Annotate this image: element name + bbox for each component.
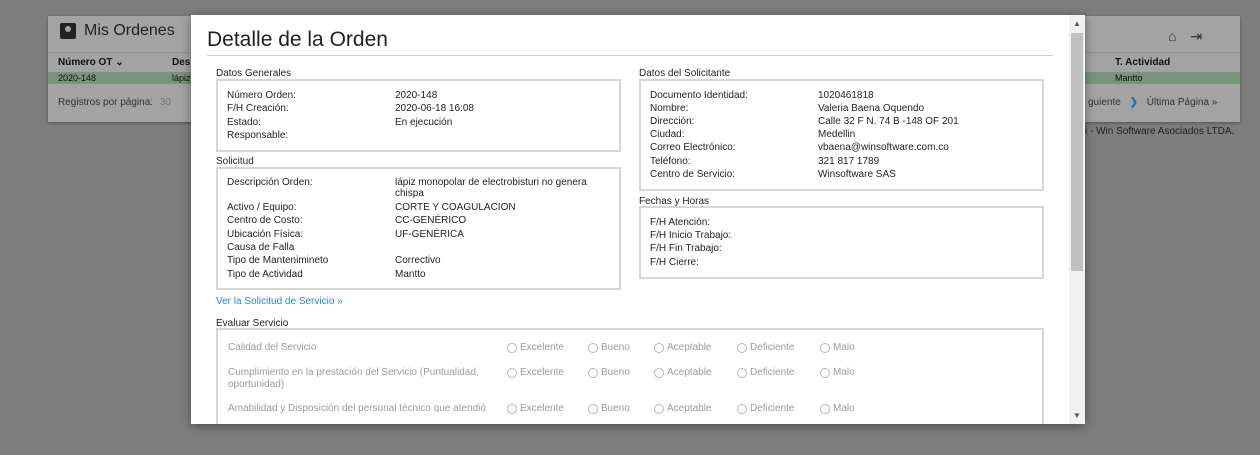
scrollbar-thumb[interactable] — [1071, 33, 1083, 271]
fechas-box: F/H Atención: F/H Inicio Trabajo: F/H Fi… — [639, 206, 1044, 279]
radio-circle-icon[interactable] — [507, 342, 517, 353]
per-page-select[interactable]: 30 — [160, 97, 171, 108]
eval-question-label: Amabilidad y Disposición del personal té… — [228, 403, 486, 414]
pagination: guiente ❯ Última Página » — [1088, 97, 1217, 108]
radio-label: Deficiente — [750, 367, 795, 378]
solicitante-label: Datos del Solicitante — [639, 68, 731, 79]
radio-label: Bueno — [601, 367, 630, 378]
radio-malo[interactable]: Malo — [820, 367, 855, 378]
radio-label: Excelente — [520, 403, 564, 414]
radio-circle-icon[interactable] — [737, 367, 747, 378]
row-desc: lápiz — [172, 73, 191, 83]
col-numero-ot[interactable]: Número OT ⌄ — [58, 57, 124, 68]
radio-malo[interactable]: Malo — [820, 403, 855, 414]
last-page-link[interactable]: Última Página » — [1147, 97, 1218, 108]
row-tact: Mantto — [1115, 73, 1143, 83]
scroll-down-arrow-icon[interactable]: ▼ — [1073, 411, 1081, 420]
copyright: si - Win Software Asociados LTDA. — [1080, 126, 1235, 137]
radio-bueno[interactable]: Bueno — [588, 367, 630, 378]
radio-label: Aceptable — [667, 403, 712, 414]
radio-malo[interactable]: Malo — [820, 342, 855, 353]
modal-scrollbar[interactable]: ▲ ▼ — [1069, 15, 1085, 424]
radio-deficiente[interactable]: Deficiente — [737, 403, 794, 414]
solicitante-box: Documento Identidad: 1020461818 Nombre: Va… — [639, 79, 1044, 191]
radio-circle-icon[interactable] — [507, 403, 517, 414]
col-t-actividad[interactable]: T. Actividad — [1115, 57, 1170, 68]
radio-excelente[interactable]: Excelente — [507, 342, 564, 353]
radio-circle-icon[interactable] — [654, 367, 664, 378]
eval-question-label: Cumplimiento en la prestación del Servic… — [228, 367, 479, 390]
scroll-up-arrow-icon[interactable]: ▲ — [1073, 19, 1081, 28]
radio-excelente[interactable]: Excelente — [507, 403, 564, 414]
row-ot: 2020-148 — [58, 73, 97, 83]
solicitud-label: Solicitud — [216, 156, 254, 167]
radio-label: Deficiente — [750, 342, 795, 353]
next-page-link[interactable]: guiente — [1088, 97, 1121, 108]
user-badge-icon — [60, 23, 76, 39]
datos-generales-label: Datos Generales — [216, 68, 292, 79]
modal-title: Detalle de la Orden — [207, 28, 388, 51]
eval-question-label: Calidad del Servicio — [228, 342, 317, 353]
radio-circle-icon[interactable] — [588, 367, 598, 378]
radio-label: Deficiente — [750, 403, 795, 414]
top-actions: ⌂ ⇥ — [1168, 28, 1202, 45]
radio-circle-icon[interactable] — [820, 342, 830, 353]
radio-circle-icon[interactable] — [820, 367, 830, 378]
radio-label: Aceptable — [667, 342, 712, 353]
radio-circle-icon[interactable] — [588, 403, 598, 414]
radio-label: Malo — [833, 403, 855, 414]
datos-generales-box: Número Orden: 2020-148 F/H Creación: 2020-… — [216, 79, 621, 152]
radio-bueno[interactable]: Bueno — [588, 403, 630, 414]
radio-circle-icon[interactable] — [588, 342, 598, 353]
radio-circle-icon[interactable] — [654, 403, 664, 414]
radio-aceptable[interactable]: Aceptable — [654, 403, 711, 414]
radio-circle-icon[interactable] — [507, 367, 517, 378]
ver-solicitud-link[interactable]: Ver la Solicitud de Servicio » — [216, 296, 343, 307]
col-descripcion[interactable]: Des — [172, 57, 190, 68]
divider — [207, 55, 1053, 56]
radio-label: Malo — [833, 367, 855, 378]
radio-label: Excelente — [520, 367, 564, 378]
radio-label: Bueno — [601, 403, 630, 414]
logout-icon[interactable]: ⇥ — [1190, 28, 1202, 45]
radio-label: Bueno — [601, 342, 630, 353]
orders-title: Mis Ordenes — [60, 22, 175, 40]
radio-circle-icon[interactable] — [737, 342, 747, 353]
per-page-label: Registros por página: 30 — [58, 97, 171, 108]
order-detail-modal: Detalle de la Orden Datos Generales Núme… — [191, 15, 1085, 424]
evaluar-box: Calidad del Servicio Excelente Bueno Acepta… — [216, 328, 1044, 424]
radio-circle-icon[interactable] — [820, 403, 830, 414]
radio-deficiente[interactable]: Deficiente — [737, 367, 794, 378]
radio-circle-icon[interactable] — [737, 403, 747, 414]
radio-aceptable[interactable]: Aceptable — [654, 342, 711, 353]
orders-title-text: Mis Ordenes — [84, 22, 175, 39]
chevron-right-icon[interactable]: ❯ — [1130, 97, 1138, 108]
radio-deficiente[interactable]: Deficiente — [737, 342, 794, 353]
solicitud-box: Descripción Orden: lápiz monopolar de ele… — [216, 167, 621, 290]
home-icon[interactable]: ⌂ — [1168, 28, 1176, 45]
radio-aceptable[interactable]: Aceptable — [654, 367, 711, 378]
radio-bueno[interactable]: Bueno — [588, 342, 630, 353]
radio-label: Malo — [833, 342, 855, 353]
radio-label: Excelente — [520, 342, 564, 353]
radio-excelente[interactable]: Excelente — [507, 367, 564, 378]
radio-circle-icon[interactable] — [654, 342, 664, 353]
radio-label: Aceptable — [667, 367, 712, 378]
